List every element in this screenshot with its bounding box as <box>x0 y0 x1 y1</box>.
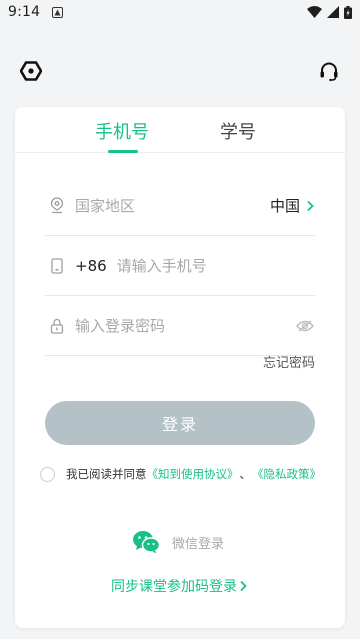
terms-link[interactable]: 《知到使用协议》 <box>147 466 239 482</box>
status-bar: 9:14 <box>0 0 360 24</box>
headset-support-icon[interactable] <box>318 60 340 82</box>
top-bar <box>0 56 360 86</box>
battery-icon <box>344 5 352 19</box>
phone-icon <box>48 257 66 275</box>
privacy-link[interactable]: 《隐私政策》 <box>252 466 321 482</box>
password-field-row: 输入登录密码 <box>45 296 315 356</box>
wechat-login-label: 微信登录 <box>172 536 225 552</box>
phone-input[interactable]: 请输入手机号 <box>117 255 207 276</box>
login-button[interactable]: 登录 <box>45 401 315 445</box>
login-card: 手机号 学号 国家地区 中国 +86 请输入手机号 输入登录密码 忘记密码 登录… <box>15 107 345 628</box>
region-value: 中国 <box>269 197 300 215</box>
password-input[interactable]: 输入登录密码 <box>75 315 165 336</box>
sync-login-label: 同步课堂参加码登录 <box>111 579 237 595</box>
agreement-row: 我已阅读并同意 《知到使用协议》 、 《隐私政策》 <box>40 465 340 483</box>
chevron-right-icon <box>240 580 247 592</box>
login-tabs: 手机号 学号 <box>15 107 345 153</box>
lock-icon <box>48 317 66 335</box>
agreement-prefix: 我已阅读并同意 <box>66 467 147 481</box>
forgot-password-link[interactable]: 忘记密码 <box>263 352 315 371</box>
region-selector[interactable]: 国家地区 中国 <box>45 176 315 236</box>
location-pin-icon <box>48 197 66 215</box>
sync-class-code-login-link[interactable]: 同步课堂参加码登录 <box>111 576 248 596</box>
active-tab-indicator <box>108 150 138 153</box>
status-time: 9:14 <box>8 4 41 20</box>
wechat-login-button[interactable]: 微信登录 <box>132 529 224 555</box>
country-code[interactable]: +86 <box>75 257 107 275</box>
eye-icon[interactable] <box>295 316 315 336</box>
agreement-separator: 、 <box>239 467 252 481</box>
signal-icon <box>327 6 339 18</box>
phone-field-row: +86 请输入手机号 <box>45 236 315 296</box>
chevron-right-icon <box>307 200 314 211</box>
agreement-checkbox[interactable] <box>40 466 55 482</box>
notification-icon <box>52 6 64 18</box>
hexagon-logo-icon[interactable] <box>19 60 43 82</box>
wechat-icon <box>133 531 160 554</box>
region-label: 国家地区 <box>75 197 136 215</box>
wifi-icon <box>307 6 322 18</box>
region-value-area: 中国 <box>270 195 315 216</box>
status-icons <box>307 5 352 19</box>
tab-phone[interactable]: 手机号 <box>95 118 149 144</box>
tab-student-id[interactable]: 学号 <box>220 118 256 144</box>
